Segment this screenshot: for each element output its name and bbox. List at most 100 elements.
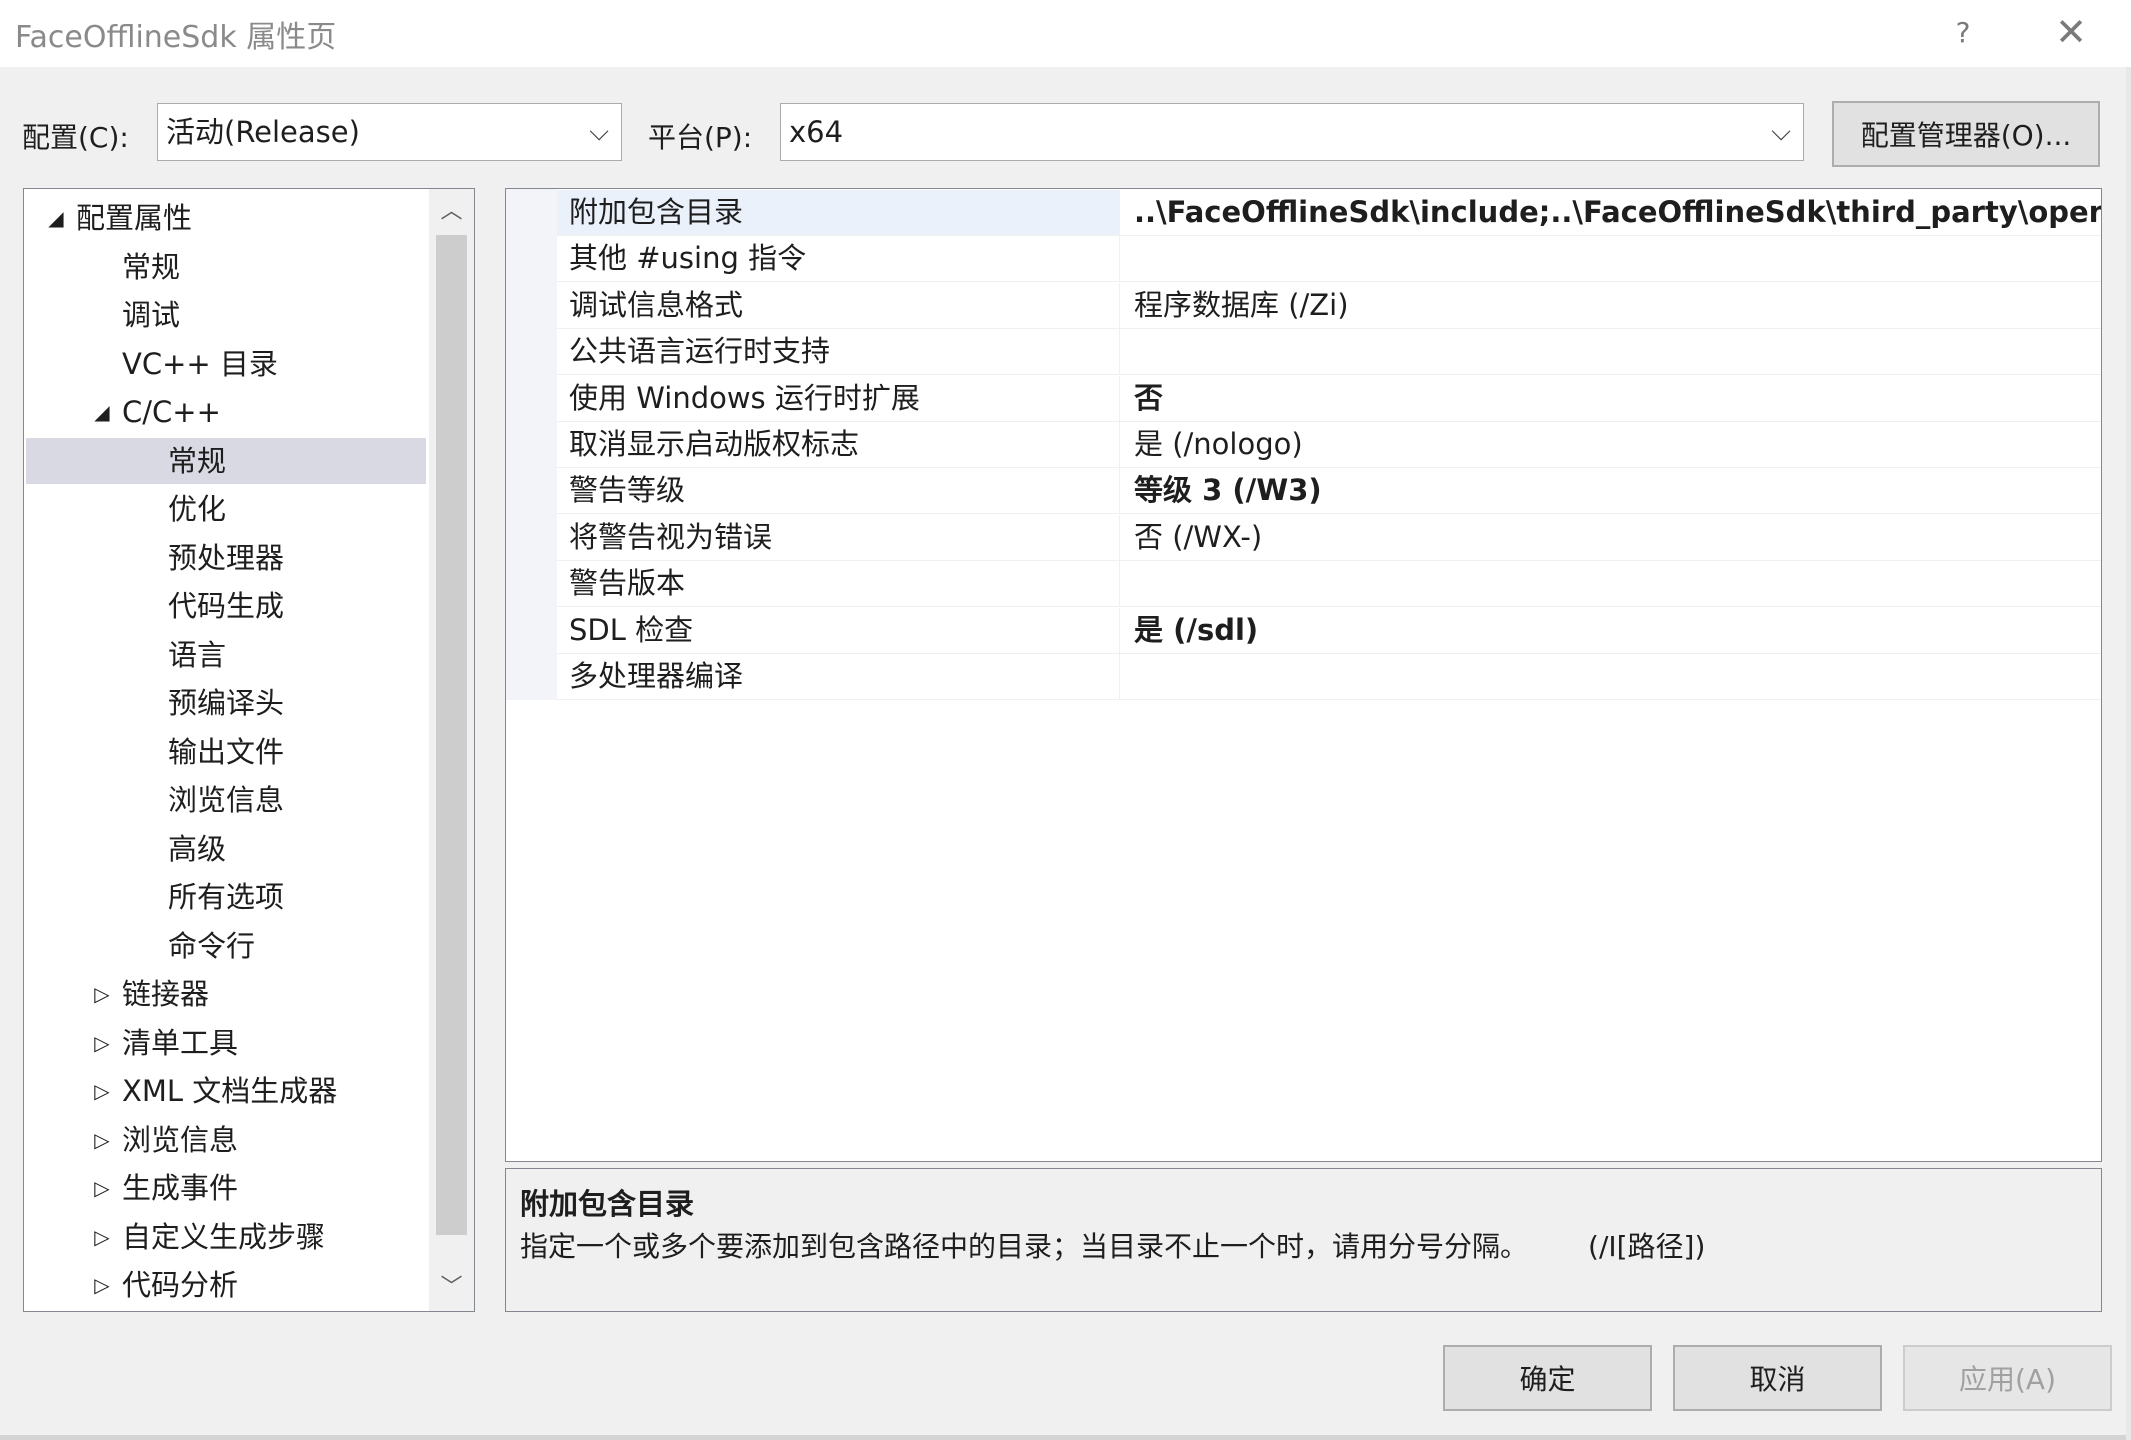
- tree-item[interactable]: 所有选项: [26, 874, 426, 920]
- tree-item[interactable]: ▷ 生成事件: [26, 1165, 426, 1211]
- tree-item[interactable]: 命令行: [26, 923, 426, 969]
- scroll-down-icon[interactable]: ﹀: [429, 1265, 474, 1311]
- collapse-arrow-icon[interactable]: ◢: [90, 389, 114, 435]
- tree-item[interactable]: 优化: [26, 486, 426, 532]
- property-row[interactable]: 调试信息格式 程序数据库 (/Zi): [557, 282, 2101, 329]
- chevron-down-icon: ⌵: [1771, 117, 1791, 147]
- property-value[interactable]: [1120, 654, 2101, 699]
- tree-item[interactable]: ▷ 代码分析: [26, 1262, 426, 1308]
- property-name: 使用 Windows 运行时扩展: [557, 375, 1120, 421]
- property-row[interactable]: 警告版本: [557, 561, 2101, 608]
- help-icon[interactable]: ?: [1935, 4, 1991, 60]
- expand-arrow-icon[interactable]: ▷: [90, 1165, 114, 1211]
- tree-scrollbar[interactable]: ︿ ﹀: [429, 189, 474, 1311]
- expand-arrow-icon[interactable]: ▷: [90, 1068, 114, 1114]
- tree-item-label: 语言: [168, 637, 227, 672]
- ok-button[interactable]: 确定: [1443, 1345, 1652, 1411]
- tree-item-label: 浏览信息: [122, 1122, 239, 1157]
- property-value[interactable]: 程序数据库 (/Zi): [1120, 283, 2101, 328]
- close-icon[interactable]: ✕: [2043, 4, 2099, 60]
- property-name: 警告版本: [557, 561, 1120, 607]
- tree-item-label: 链接器: [122, 977, 210, 1011]
- apply-button[interactable]: 应用(A): [1903, 1345, 2112, 1411]
- right-edge: [2126, 67, 2131, 1440]
- description-pane: 附加包含目录 指定一个或多个要添加到包含路径中的目录；当目录不止一个时，请用分号…: [505, 1168, 2102, 1312]
- platform-value: x64: [789, 115, 844, 149]
- tree-item-label: XML 文档生成器: [122, 1074, 338, 1108]
- expand-arrow-icon[interactable]: ▷: [90, 1262, 114, 1308]
- expand-arrow-icon[interactable]: ▷: [90, 1117, 114, 1163]
- tree-item[interactable]: 调试: [26, 292, 426, 338]
- tree-item-label: 命令行: [168, 928, 256, 963]
- property-value[interactable]: ..\FaceOfflineSdk\include;..\FaceOffline…: [1120, 190, 2101, 235]
- tree-item[interactable]: 常规: [26, 437, 426, 484]
- tree-item-label: 所有选项: [168, 880, 285, 914]
- property-row[interactable]: 警告等级 等级 3 (/W3): [557, 468, 2101, 515]
- expand-arrow-icon[interactable]: ▷: [90, 1214, 114, 1260]
- scrollbar-thumb[interactable]: [436, 235, 467, 1235]
- config-dropdown[interactable]: 活动(Release) ⌵: [157, 103, 622, 161]
- property-name: 附加包含目录: [557, 190, 1120, 235]
- property-name: 公共语言运行时支持: [557, 329, 1120, 375]
- bottom-separator: [0, 1435, 2131, 1440]
- config-manager-button[interactable]: 配置管理器(O)...: [1832, 101, 2100, 167]
- property-row[interactable]: 取消显示启动版权标志是 (/nologo): [557, 422, 2101, 468]
- property-row[interactable]: SDL 检查是 (/sdl): [557, 607, 2101, 654]
- property-value[interactable]: [1120, 561, 2101, 606]
- tree-item[interactable]: ▷ 链接器: [26, 971, 426, 1017]
- cancel-button[interactable]: 取消: [1673, 1345, 1882, 1411]
- property-value[interactable]: 否 (/WX-): [1120, 515, 2101, 560]
- property-value[interactable]: 是 (/nologo): [1120, 422, 2101, 467]
- window-title: FaceOfflineSdk 属性页: [15, 20, 337, 55]
- config-value: 活动(Release): [166, 115, 360, 149]
- tree-item-label: 生成事件: [122, 1171, 239, 1205]
- property-row[interactable]: 多处理器编译: [557, 654, 2101, 700]
- title-bar: FaceOfflineSdk 属性页 ? ✕: [0, 0, 2131, 67]
- tree-item-label: 常规: [122, 249, 181, 284]
- tree-item-label: 代码生成: [168, 589, 285, 623]
- tree-item[interactable]: 输出文件: [26, 729, 426, 775]
- property-name: 将警告视为错误: [557, 514, 1120, 560]
- tree-item[interactable]: 语言: [26, 632, 426, 678]
- property-row[interactable]: 使用 Windows 运行时扩展否: [557, 375, 2101, 422]
- description-title: 附加包含目录: [520, 1187, 695, 1221]
- property-name: SDL 检查: [557, 607, 1120, 653]
- property-grid: 附加包含目录 ..\FaceOfflineSdk\include;..\FaceO…: [505, 188, 2102, 1162]
- tree-item[interactable]: ▷ XML 文档生成器: [26, 1068, 426, 1114]
- tree-item-label: 代码分析: [122, 1268, 239, 1302]
- property-row[interactable]: 附加包含目录 ..\FaceOfflineSdk\include;..\FaceO…: [557, 190, 2101, 236]
- tree-item[interactable]: 高级: [26, 826, 426, 872]
- tree-item[interactable]: 常规: [26, 244, 426, 290]
- tree-item[interactable]: 浏览信息: [26, 777, 426, 823]
- property-value[interactable]: [1120, 236, 2101, 281]
- tree-item[interactable]: ▷ 自定义生成步骤: [26, 1214, 426, 1260]
- tree-item[interactable]: ▷ 浏览信息: [26, 1117, 426, 1163]
- tree-item[interactable]: 代码生成: [26, 583, 426, 629]
- property-value[interactable]: 否: [1120, 376, 2101, 421]
- tree-item[interactable]: ◢ C/C++: [26, 389, 426, 435]
- tree-item[interactable]: ◢ 配置属性: [26, 195, 426, 241]
- scroll-up-icon[interactable]: ︿: [429, 189, 474, 235]
- tree-item-label: 浏览信息: [168, 783, 285, 817]
- tree-item-label: 常规: [168, 443, 227, 478]
- property-value[interactable]: 是 (/sdl): [1120, 608, 2101, 653]
- collapse-arrow-icon[interactable]: ◢: [44, 195, 68, 241]
- tree-item[interactable]: 预编译头: [26, 680, 426, 726]
- tree-item-label: C/C++: [122, 395, 221, 429]
- tree-item[interactable]: 预处理器: [26, 535, 426, 581]
- tree-item[interactable]: VC++ 目录: [26, 341, 426, 387]
- property-name: 取消显示启动版权标志: [557, 422, 1120, 467]
- expand-arrow-icon[interactable]: ▷: [90, 971, 114, 1017]
- property-name: 调试信息格式: [557, 282, 1120, 328]
- description-text-line: 指定一个或多个要添加到包含路径中的目录；当目录不止一个时，请用分号分隔。 (/I[…: [520, 1225, 1705, 1265]
- tree-item-label: 预编译头: [168, 686, 285, 720]
- property-value[interactable]: 等级 3 (/W3): [1120, 468, 2101, 513]
- expand-arrow-icon[interactable]: ▷: [90, 1020, 114, 1066]
- property-row[interactable]: 公共语言运行时支持: [557, 329, 2101, 376]
- property-tree[interactable]: ▷ 代码分析 ▷ 自定义生成步骤 ▷ 生成事件 ▷ 浏览信息 ▷ XML 文档生成器 ▷ 清单工具 ▷ 链…: [23, 188, 475, 1312]
- tree-item[interactable]: ▷ 清单工具: [26, 1020, 426, 1066]
- property-row[interactable]: 将警告视为错误否 (/WX-): [557, 514, 2101, 561]
- property-row[interactable]: 其他 #using 指令: [557, 236, 2101, 283]
- platform-dropdown[interactable]: x64 ⌵: [780, 103, 1804, 161]
- property-value[interactable]: [1120, 329, 2101, 374]
